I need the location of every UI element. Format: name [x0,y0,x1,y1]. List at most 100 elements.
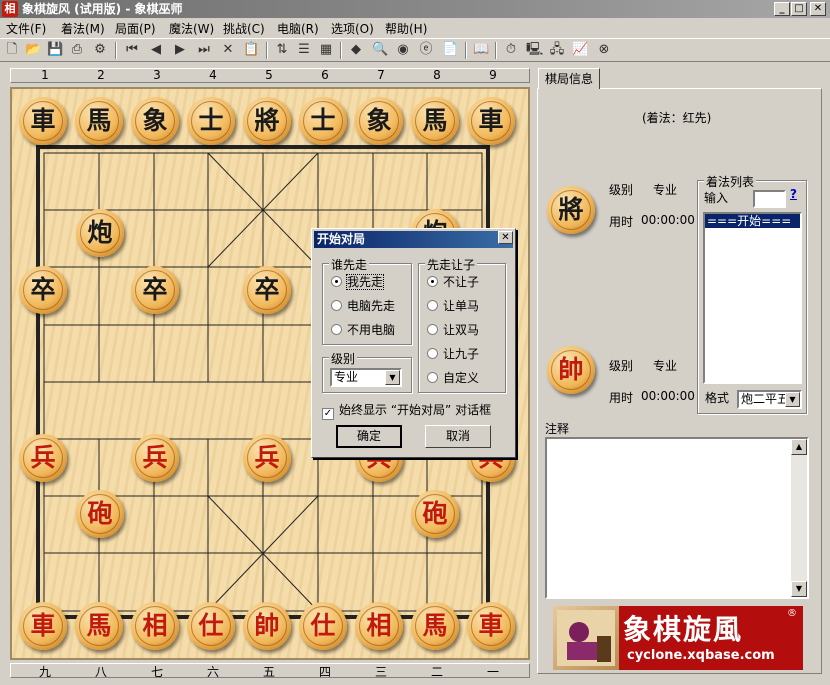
black-soldier-piece[interactable]: 卒 [243,266,291,314]
red-cannon-piece[interactable]: 砲 [76,490,124,538]
bottom-coordinate-bar: 九 八 七 六 五 四 三 二 一 [10,663,530,679]
black-cannon-piece[interactable]: 炮 [76,209,124,257]
computer-icon[interactable]: 🖳 [526,42,543,58]
grid-icon[interactable]: ▦ [318,42,334,58]
black-level-value: 专业 [653,183,678,197]
black-advisor-piece[interactable]: 士 [299,97,347,145]
menu-options[interactable]: 选项(O) [331,20,374,37]
red-horse-piece[interactable]: 馬 [411,602,459,650]
menu-help[interactable]: 帮助(H) [385,20,427,37]
save-icon[interactable]: 💾 [47,42,63,58]
black-advisor-piece[interactable]: 士 [187,97,235,145]
red-elephant-piece[interactable]: 相 [131,602,179,650]
black-elephant-piece[interactable]: 象 [355,97,403,145]
maximize-button[interactable]: □ [791,2,807,16]
red-advisor-piece[interactable]: 仕 [187,602,235,650]
scroll-down-icon[interactable]: ▼ [791,581,807,597]
black-chariot-piece[interactable]: 車 [467,97,515,145]
book-icon[interactable]: 📖 [473,42,489,58]
list-item[interactable]: ===开始=== [705,214,800,228]
internet-icon[interactable]: ⓔ [418,42,434,58]
app-icon[interactable]: 相 [2,1,18,17]
menu-position[interactable]: 局面(P) [115,20,156,37]
level-label: 级别 [329,350,358,367]
radio-custom[interactable]: 自定义 [427,370,479,386]
prev-move-icon[interactable]: ◀ [148,42,164,58]
coord-bottom: 八 [94,665,107,679]
radio-no-handicap[interactable]: 不让子 [427,274,479,290]
print-icon[interactable]: ⎙ [69,42,85,58]
new-icon[interactable]: 🗋 [4,42,20,58]
first-move-icon[interactable]: ⏮ [124,42,140,58]
red-advisor-piece[interactable]: 仕 [299,602,347,650]
chevron-down-icon[interactable]: ▼ [785,392,800,407]
clock-icon[interactable]: ⏱ [503,42,519,58]
analyze-icon[interactable]: 🔍 [372,42,388,58]
menu-moves[interactable]: 着法(M) [61,20,105,37]
menu-challenge[interactable]: 挑战(C) [223,20,265,37]
menu-magic[interactable]: 魔法(W) [169,20,214,37]
notes-textarea[interactable]: ▲ ▼ [545,437,809,599]
next-move-icon[interactable]: ▶ [172,42,188,58]
notes-scrollbar[interactable]: ▲ ▼ [791,439,807,597]
coord-bottom: 七 [150,665,163,679]
document-icon[interactable]: 📄 [442,42,458,58]
black-elephant-piece[interactable]: 象 [131,97,179,145]
stop-icon[interactable]: ⊗ [596,42,612,58]
properties-icon[interactable]: ⚙ [92,42,108,58]
black-chariot-piece[interactable]: 車 [19,97,67,145]
delete-icon[interactable]: ✕ [220,42,236,58]
always-show-checkbox[interactable]: ✓ 始终显示 “开始对局” 对话框 [322,401,491,420]
red-soldier-piece[interactable]: 兵 [243,434,291,482]
format-select[interactable]: 炮二平五 ▼ [737,390,802,409]
red-soldier-piece[interactable]: 兵 [131,434,179,482]
scroll-up-icon[interactable]: ▲ [791,439,807,455]
network-icon[interactable]: 🖧 [549,42,565,58]
cancel-button[interactable]: 取消 [425,425,491,448]
coord-top: 4 [209,68,217,82]
red-horse-piece[interactable]: 馬 [75,602,123,650]
radio-dot [427,372,438,383]
radio-no-computer[interactable]: 不用电脑 [331,322,395,338]
help-link[interactable]: ? [790,187,797,201]
chart-icon[interactable]: 📈 [572,42,588,58]
black-soldier-piece[interactable]: 卒 [131,266,179,314]
red-cannon-piece[interactable]: 砲 [411,490,459,538]
menu-computer[interactable]: 电脑(R) [277,20,319,37]
red-elephant-piece[interactable]: 相 [355,602,403,650]
black-horse-piece[interactable]: 馬 [75,97,123,145]
red-chariot-piece[interactable]: 車 [19,602,67,650]
radio-me-first[interactable]: 我先走 [331,274,385,290]
black-soldier-piece[interactable]: 卒 [19,266,67,314]
coord-top: 1 [41,68,49,82]
logo-url: cyclone.xqbase.com [627,648,775,663]
black-time-value: 00:00:00 [641,213,695,227]
tab-game-info[interactable]: 棋局信息 [538,68,600,89]
move-input-field[interactable] [753,190,786,208]
chess-player-icon [557,610,615,666]
tree-icon[interactable]: ☰ [296,42,312,58]
level-select[interactable]: 专业 ▼ [330,368,402,387]
radio-nine-pieces[interactable]: 让九子 [427,346,479,362]
radio-two-horses[interactable]: 让双马 [427,322,479,338]
ok-button[interactable]: 确定 [336,425,402,448]
red-general-piece[interactable]: 帥 [243,602,291,650]
open-icon[interactable]: 📂 [25,42,41,58]
flip-board-icon[interactable]: ⇅ [274,42,290,58]
red-chariot-piece[interactable]: 車 [467,602,515,650]
engine-icon[interactable]: ◆ [348,42,364,58]
radio-computer-first[interactable]: 电脑先走 [331,298,395,314]
last-move-icon[interactable]: ⏭ [196,42,212,58]
close-button[interactable]: ✕ [810,2,826,16]
menu-file[interactable]: 文件(F) [6,20,46,37]
move-list-box[interactable]: ===开始=== [703,212,802,384]
magic-icon[interactable]: ◉ [395,42,411,58]
chevron-down-icon[interactable]: ▼ [385,370,400,385]
dialog-close-button[interactable]: ✕ [498,231,513,244]
minimize-button[interactable]: _ [774,2,790,16]
radio-one-horse[interactable]: 让单马 [427,298,479,314]
paste-icon[interactable]: 📋 [243,42,259,58]
black-horse-piece[interactable]: 馬 [411,97,459,145]
red-soldier-piece[interactable]: 兵 [19,434,67,482]
black-general-piece[interactable]: 將 [243,97,291,145]
